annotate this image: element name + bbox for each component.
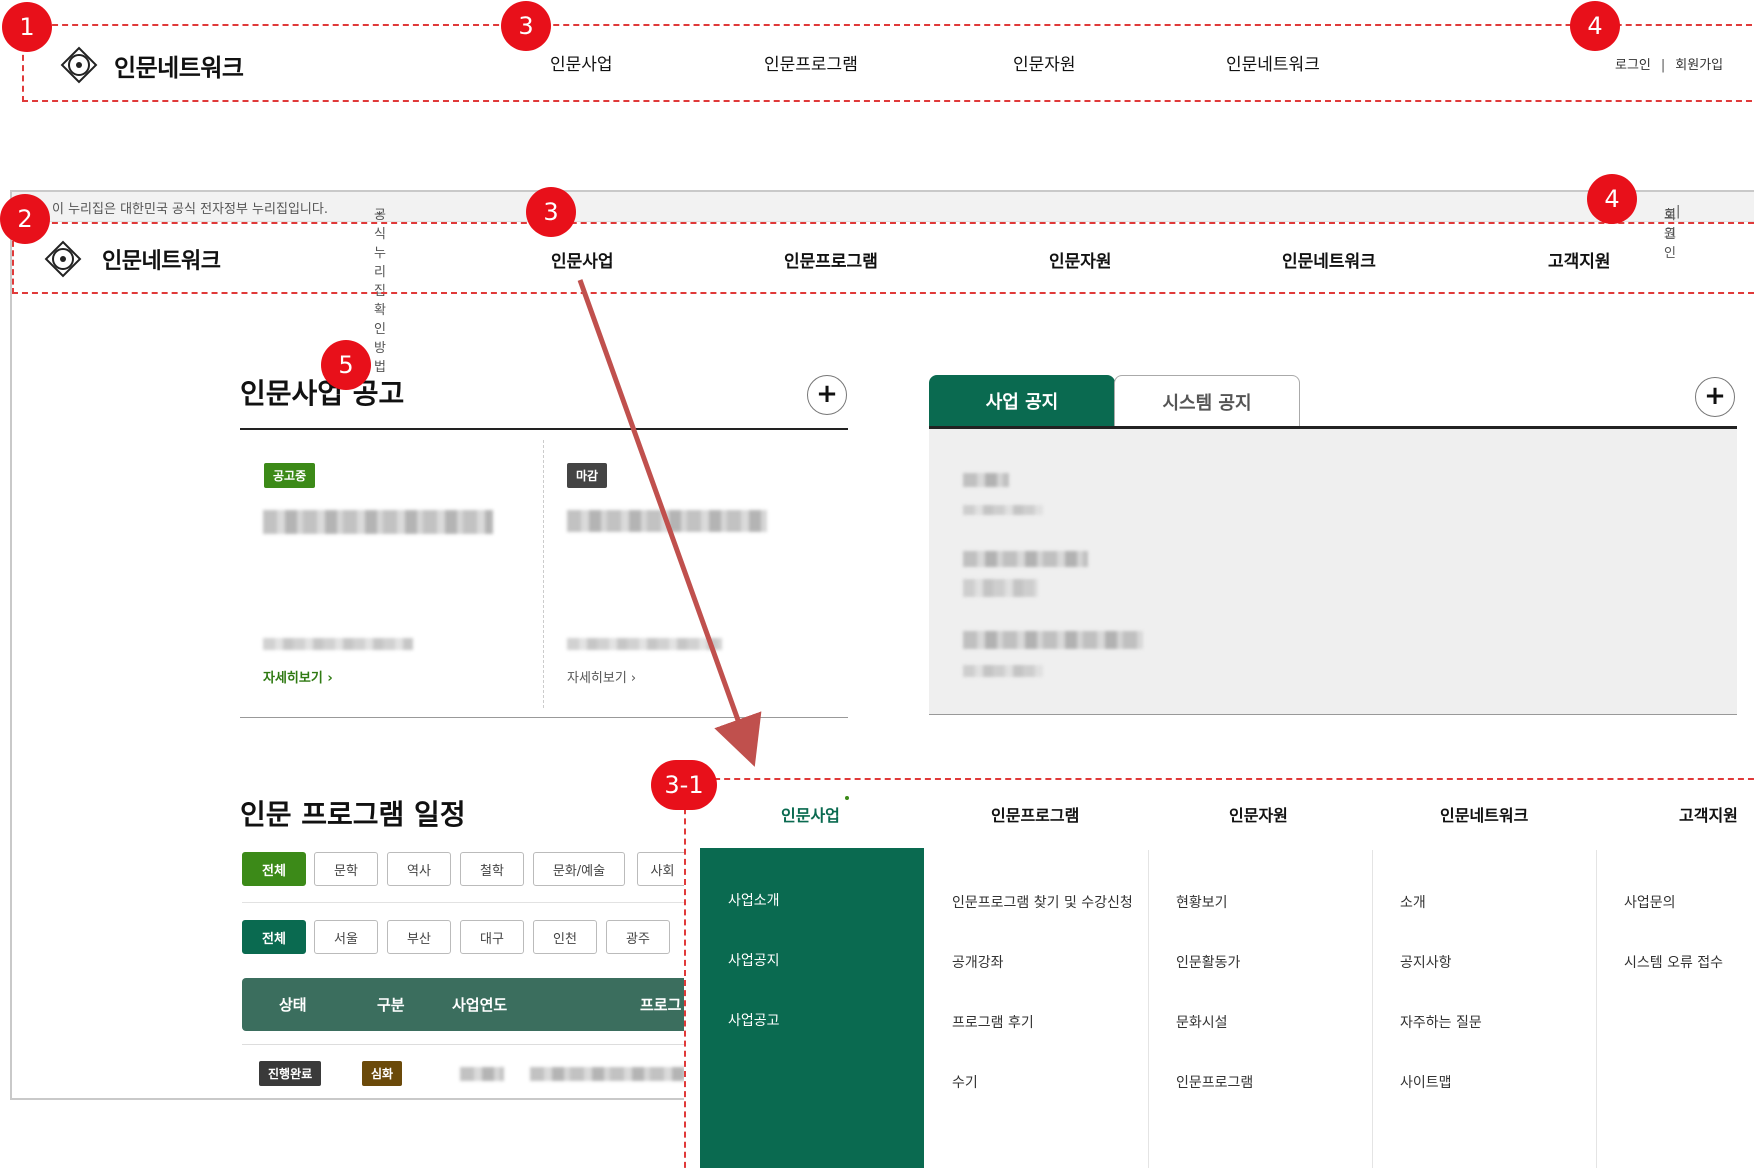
marker-2: 2 <box>0 194 50 244</box>
marker-5: 5 <box>321 340 371 390</box>
marker-3b: 3 <box>526 187 576 237</box>
annotation-arrow <box>577 279 762 767</box>
marker-4b: 4 <box>1587 174 1637 224</box>
marker-3-1: 3-1 <box>651 760 717 810</box>
marker-3: 3 <box>501 1 551 51</box>
marker-1: 1 <box>2 2 52 52</box>
marker-4: 4 <box>1570 1 1620 51</box>
